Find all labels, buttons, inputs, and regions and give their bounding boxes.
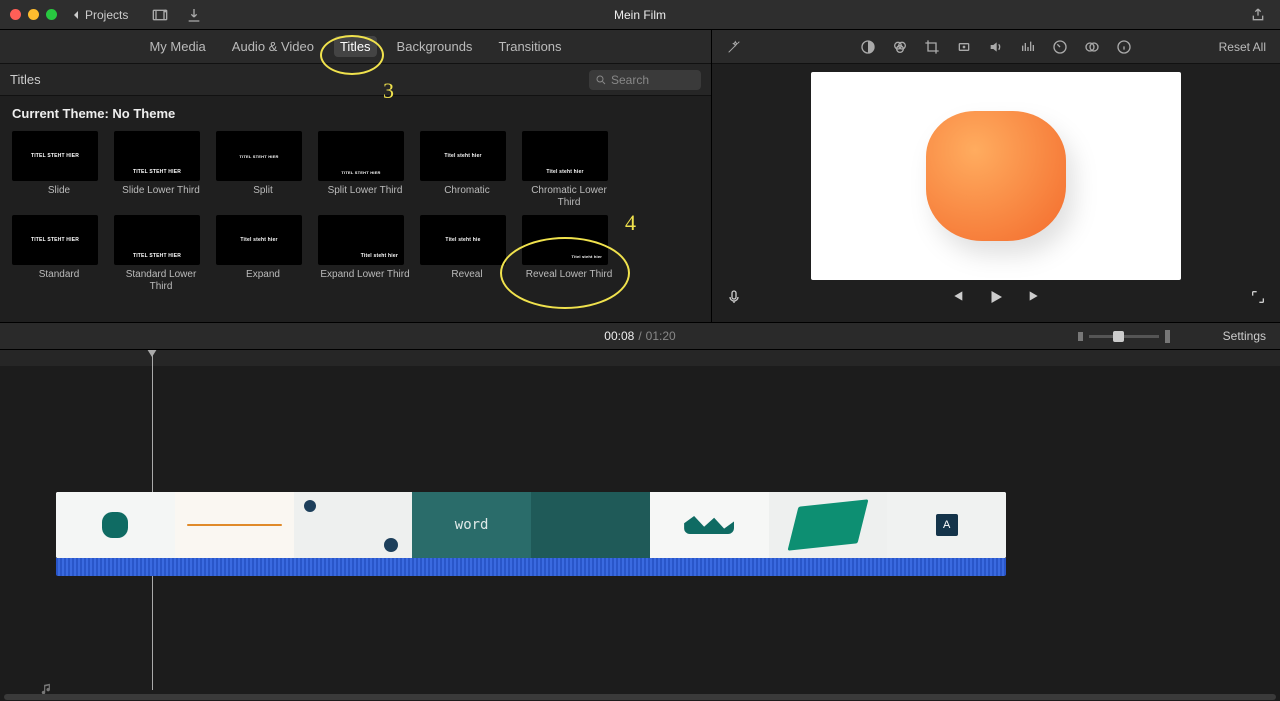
title-thumb-preview: TITEL STEHT HIER — [114, 215, 200, 265]
title-thumb[interactable]: TITEL STEHT HIER Standard — [12, 215, 106, 291]
panel-title: Titles — [10, 72, 41, 87]
title-thumb[interactable]: TITEL STEHT HIER Slide Lower Third — [114, 131, 208, 207]
title-thumb[interactable]: TITEL STEHT HIER Split — [216, 131, 310, 207]
zoom-slider[interactable] — [1078, 330, 1170, 343]
minimize-window-button[interactable] — [28, 9, 39, 20]
title-thumb-label: Slide Lower Third — [114, 185, 208, 207]
tab-my-media[interactable]: My Media — [143, 36, 211, 57]
window-title: Mein Film — [614, 8, 666, 22]
preview-viewport — [811, 72, 1181, 280]
title-thumb-label: Split — [216, 185, 310, 207]
clip-frame — [175, 492, 294, 558]
chevron-left-icon — [71, 10, 81, 20]
annotation-number: 3 — [383, 78, 394, 104]
clip-frame — [56, 492, 175, 558]
preview-content — [926, 111, 1066, 241]
annotation-circle — [320, 35, 384, 75]
volume-icon[interactable] — [988, 39, 1004, 55]
crop-icon[interactable] — [924, 39, 940, 55]
back-to-projects-button[interactable]: Projects — [71, 8, 128, 22]
title-thumb-label: Expand — [216, 269, 310, 291]
magic-wand-icon[interactable] — [726, 39, 742, 55]
title-thumb[interactable]: Titel steht hier Expand — [216, 215, 310, 291]
speed-icon[interactable] — [1052, 39, 1068, 55]
close-window-button[interactable] — [10, 9, 21, 20]
tab-backgrounds[interactable]: Backgrounds — [391, 36, 479, 57]
title-thumb-preview: Titel steht hie — [420, 215, 506, 265]
horizontal-scrollbar[interactable] — [4, 694, 1276, 700]
filter-icon[interactable] — [1084, 39, 1100, 55]
title-thumb-preview: TITEL STEHT HIER — [114, 131, 200, 181]
reset-all-button[interactable]: Reset All — [1219, 40, 1266, 54]
title-thumb-label: Split Lower Third — [318, 185, 412, 207]
title-thumb[interactable]: Titel steht hier Chromatic — [420, 131, 514, 207]
tab-transitions[interactable]: Transitions — [492, 36, 567, 57]
fullscreen-icon[interactable] — [1250, 289, 1266, 305]
time-header: 00:08 / 01:20 Settings — [0, 322, 1280, 350]
title-thumb-label: Chromatic — [420, 185, 514, 207]
clip-frame — [294, 492, 413, 558]
title-thumb-preview: Titel steht hier — [216, 215, 302, 265]
title-thumb-label: Standard — [12, 269, 106, 291]
title-thumb[interactable]: TITEL STEHT HIER Standard Lower Third — [114, 215, 208, 291]
tab-audio-video[interactable]: Audio & Video — [226, 36, 320, 57]
next-button[interactable] — [1027, 288, 1043, 304]
media-import-icon[interactable] — [152, 7, 168, 23]
title-thumb[interactable]: Titel steht hier Chromatic Lower Third — [522, 131, 616, 207]
title-thumb[interactable]: TITEL STEHT HIER Slide — [12, 131, 106, 207]
color-correction-icon[interactable] — [892, 39, 908, 55]
stabilize-icon[interactable] — [956, 39, 972, 55]
clip-frame — [769, 492, 888, 558]
play-button[interactable] — [987, 288, 1005, 306]
title-thumb-label: Expand Lower Third — [318, 269, 412, 291]
title-thumb-label: Standard Lower Third — [114, 269, 208, 291]
window-controls — [10, 9, 57, 20]
clip-frame — [887, 492, 1006, 558]
annotation-circle — [500, 237, 630, 309]
timeline[interactable]: word — [0, 350, 1280, 700]
search-icon — [595, 74, 607, 86]
video-clip[interactable]: word — [56, 492, 1006, 558]
info-icon[interactable] — [1116, 39, 1132, 55]
back-label: Projects — [85, 8, 128, 22]
title-thumb[interactable]: Titel steht hier Expand Lower Third — [318, 215, 412, 291]
title-thumb-preview: Titel steht hier — [522, 131, 608, 181]
timeline-ruler[interactable] — [0, 350, 1280, 366]
time-separator: / — [638, 329, 641, 343]
current-time: 00:08 — [604, 329, 634, 343]
viewer-pane: Reset All — [712, 30, 1280, 322]
clip-frame — [650, 492, 769, 558]
titlebar: Projects Mein Film — [0, 0, 1280, 30]
audio-waveform[interactable] — [56, 558, 1006, 576]
title-thumb-label: Slide — [12, 185, 106, 207]
clip-frame: word — [412, 492, 531, 558]
title-thumb[interactable]: TITEL STEHT HIER Split Lower Third — [318, 131, 412, 207]
voiceover-icon[interactable] — [726, 289, 742, 305]
title-thumb-preview: TITEL STEHT HIER — [216, 131, 302, 181]
share-icon[interactable] — [1250, 7, 1266, 23]
title-thumb-preview: Titel steht hier — [318, 215, 404, 265]
total-time: 01:20 — [646, 329, 676, 343]
noise-reduction-icon[interactable] — [1020, 39, 1036, 55]
title-thumb-preview: TITEL STEHT HIER — [12, 131, 98, 181]
title-thumb-preview: TITEL STEHT HIER — [12, 215, 98, 265]
title-thumb-preview: TITEL STEHT HIER — [318, 131, 404, 181]
settings-button[interactable]: Settings — [1223, 329, 1266, 343]
fullscreen-window-button[interactable] — [46, 9, 57, 20]
current-theme-label: Current Theme: No Theme — [0, 96, 711, 123]
download-icon[interactable] — [186, 7, 202, 23]
title-thumb-preview: Titel steht hier — [420, 131, 506, 181]
color-balance-icon[interactable] — [860, 39, 876, 55]
title-thumb[interactable]: Titel steht hieReveal — [420, 215, 514, 291]
title-thumb-label: Chromatic Lower Third — [522, 185, 616, 207]
clip-frame — [531, 492, 650, 558]
annotation-number: 4 — [625, 210, 636, 236]
prev-button[interactable] — [949, 288, 965, 304]
